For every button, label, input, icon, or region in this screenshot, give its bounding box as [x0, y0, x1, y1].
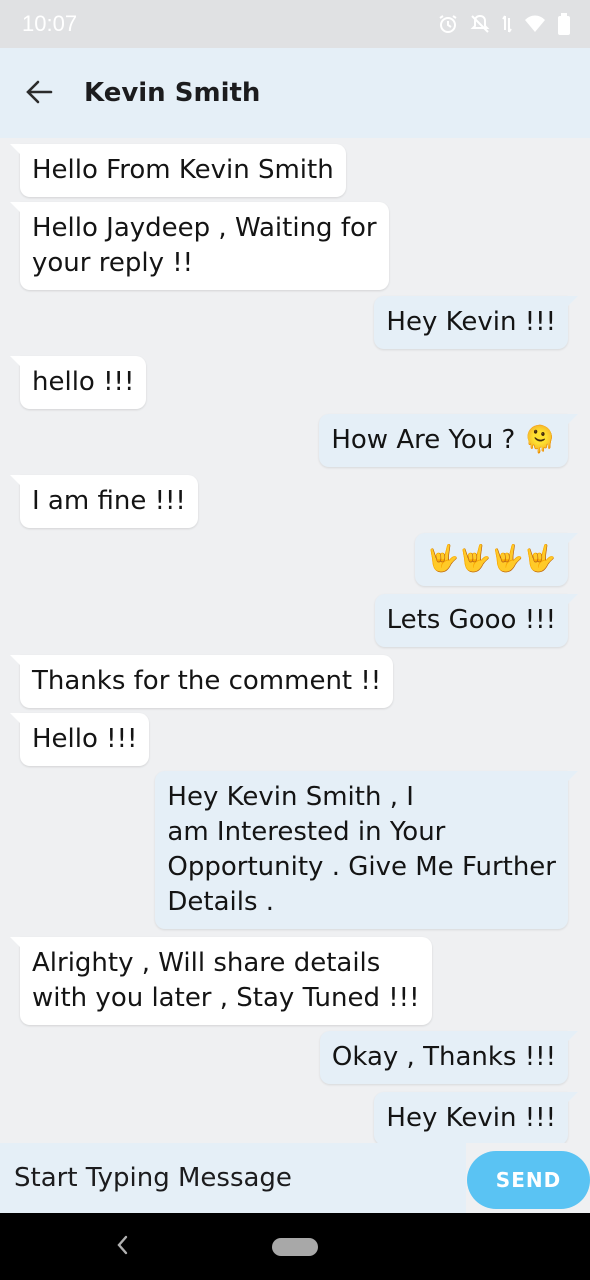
home-pill-icon[interactable] — [272, 1238, 318, 1256]
incoming-message: Hello !!! — [9, 713, 150, 766]
message-composer: SEND — [0, 1143, 590, 1213]
wifi-icon — [524, 14, 546, 34]
outgoing-message: Hey Kevin !!! — [374, 1092, 578, 1143]
incoming-message: Alrighty , Will share details with you l… — [10, 937, 432, 1025]
outgoing-message: Okay , Thanks !!! — [319, 1031, 579, 1084]
status-icons — [438, 13, 570, 35]
status-bar: 10:07 — [0, 0, 590, 48]
outgoing-message: How Are You ? 🫠 — [319, 414, 578, 467]
contact-name: Kevin Smith — [84, 78, 261, 108]
data-icon — [502, 14, 512, 34]
nav-back-button[interactable] — [108, 1233, 136, 1261]
send-button[interactable]: SEND — [467, 1151, 590, 1209]
outgoing-message: Lets Gooo !!! — [374, 594, 579, 647]
outgoing-message: Hey Kevin !!! — [374, 296, 578, 349]
outgoing-message: Hey Kevin Smith , I am Interested in You… — [155, 771, 578, 929]
arrow-left-icon — [25, 80, 53, 108]
incoming-message: Hello Jaydeep , Waiting for your reply !… — [10, 202, 389, 290]
outgoing-message: 🤟🤟🤟🤟 — [414, 533, 578, 586]
battery-icon — [558, 13, 570, 35]
nav-back-icon — [115, 1234, 129, 1260]
chat-messages[interactable]: Hello From Kevin Smith Hello Jaydeep , W… — [0, 138, 590, 1143]
message-input[interactable] — [0, 1143, 466, 1213]
status-time: 10:07 — [22, 11, 78, 36]
alarm-icon — [438, 14, 458, 34]
mute-icon — [470, 14, 490, 34]
back-button[interactable] — [20, 75, 58, 113]
chat-header: Kevin Smith — [0, 48, 590, 138]
incoming-message: Hello From Kevin Smith — [10, 144, 346, 197]
incoming-message: hello !!! — [9, 356, 147, 409]
incoming-message: Thanks for the comment !! — [9, 655, 394, 708]
incoming-message: I am fine !!! — [10, 475, 198, 528]
system-navigation-bar — [0, 1213, 590, 1280]
